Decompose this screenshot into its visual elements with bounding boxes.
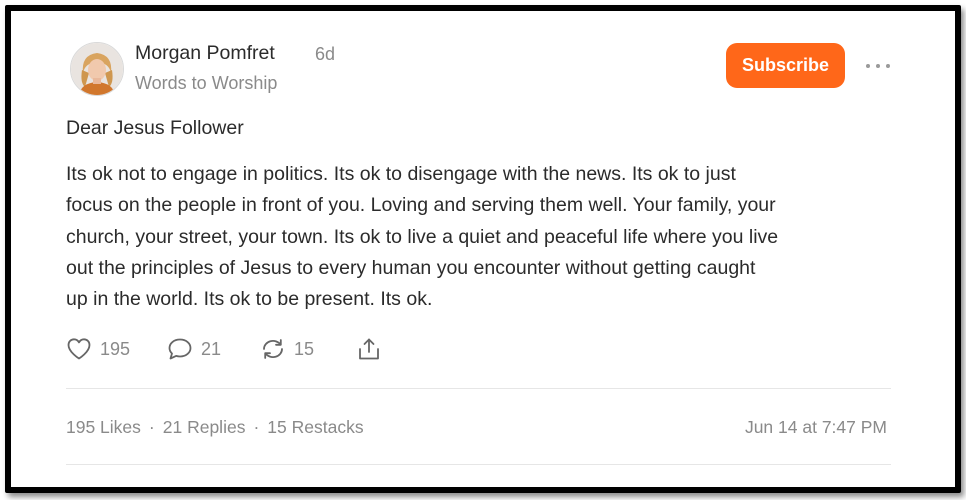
post-body: Its ok not to engage in politics. Its ok… bbox=[66, 159, 906, 315]
heart-icon bbox=[66, 337, 92, 361]
stats-separator: · bbox=[148, 417, 155, 437]
stats-separator: · bbox=[253, 417, 260, 437]
post-timestamp: Jun 14 at 7:47 PM bbox=[744, 417, 887, 437]
author-name[interactable]: Morgan Pomfret bbox=[135, 42, 275, 65]
divider bbox=[66, 464, 891, 465]
reply-button[interactable]: 21 bbox=[167, 337, 221, 361]
share-icon bbox=[356, 337, 382, 361]
restack-count: 15 bbox=[294, 338, 315, 359]
post-body-line: out the principles of Jesus to every hum… bbox=[66, 256, 756, 279]
restack-icon bbox=[260, 337, 286, 361]
like-count: 195 bbox=[100, 338, 131, 359]
likes-link[interactable]: 195 Likes bbox=[66, 417, 141, 438]
replies-link[interactable]: 21 Replies bbox=[163, 417, 246, 438]
share-button[interactable] bbox=[356, 337, 382, 361]
comment-icon bbox=[167, 337, 193, 361]
subscribe-button[interactable]: Subscribe bbox=[726, 43, 845, 88]
post-age[interactable]: 6d bbox=[315, 44, 335, 65]
post-body-line: up in the world. Its ok to be present. I… bbox=[66, 288, 433, 311]
like-button[interactable]: 195 bbox=[66, 337, 130, 361]
post-body-line: focus on the people in front of you. Lov… bbox=[66, 194, 776, 217]
post-card: Morgan Pomfret 6d Words to Worship Subsc… bbox=[5, 5, 961, 493]
publication-name[interactable]: Words to Worship bbox=[135, 73, 277, 94]
reply-count: 21 bbox=[201, 338, 222, 359]
more-icon[interactable] bbox=[866, 60, 890, 72]
restack-button[interactable]: 15 bbox=[260, 337, 314, 361]
post-body-line: church, your street, your town. Its ok t… bbox=[66, 225, 779, 248]
avatar[interactable] bbox=[70, 42, 124, 96]
divider bbox=[66, 388, 891, 389]
engagement-stats: 195 Likes · 21 Replies · 15 Restacks bbox=[66, 417, 364, 438]
post-body-line: Its ok not to engage in politics. Its ok… bbox=[66, 163, 736, 185]
post-greeting: Dear Jesus Follower bbox=[66, 117, 244, 139]
restacks-link[interactable]: 15 Restacks bbox=[267, 417, 363, 438]
